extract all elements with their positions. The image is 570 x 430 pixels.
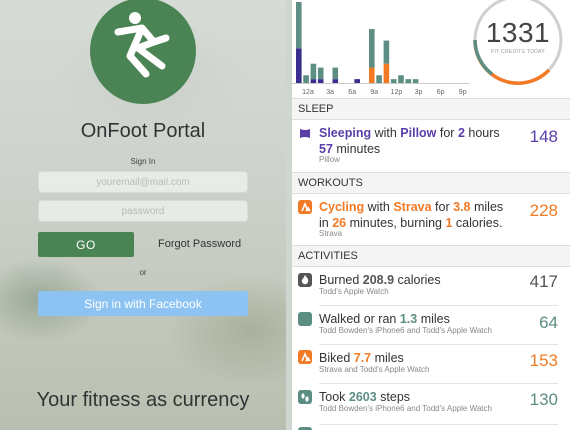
walk-icon — [298, 312, 312, 326]
activity-bike-value: 153 — [529, 351, 558, 370]
chart-bar-hour-13-series-2 — [390, 79, 397, 83]
chart-bar-hour-12-series-1 — [383, 63, 390, 83]
facebook-signin-button[interactable]: Sign in with Facebook — [38, 291, 248, 316]
activity-chart: 12a 3a 6a 9a 12p 3p 6p 9p 1331 FIT CREDITS TODA… — [292, 0, 570, 100]
chart-x-tick: 9p — [459, 89, 467, 96]
chart-x-tick: 6p — [437, 89, 445, 96]
strava-icon — [298, 200, 312, 214]
activity-bike[interactable]: Biked 7.7 miles Strava and Todd's Apple … — [292, 346, 570, 384]
runner-icon — [114, 12, 170, 78]
email-field[interactable] — [38, 171, 248, 193]
pillow-icon — [298, 127, 312, 141]
brand-name: OnFoot Portal — [80, 120, 206, 142]
workout-entry[interactable]: Cycling with Strava for 3.8 miles in 26 … — [292, 194, 570, 246]
chart-bar-hour-3-series-2 — [317, 67, 324, 80]
row-divider — [319, 424, 558, 425]
login-panel: OnFoot Portal Sign In GO Forgot Password… — [0, 0, 286, 430]
signin-label: Sign In — [130, 157, 156, 166]
chart-x-tick: 12p — [391, 89, 403, 96]
sleep-entry-value: 148 — [529, 127, 558, 146]
activity-calories-text: Burned 208.9 calories — [319, 273, 441, 287]
sleep-entry-source: Pillow — [319, 155, 340, 164]
forgot-password-link[interactable]: Forgot Password — [158, 238, 241, 250]
or-separator: or — [139, 268, 147, 277]
activity-bike-text: Biked 7.7 miles — [319, 351, 404, 365]
chart-bar-hour-2-series-0 — [310, 79, 317, 83]
chart-bar-hour-10-series-2 — [369, 29, 375, 68]
tagline: Your fitness as currency — [36, 389, 250, 411]
row-divider — [319, 383, 558, 384]
go-button[interactable]: GO — [38, 232, 134, 257]
sleep-entry-text: Sleeping with Pillow for 2 hours 57 minu… — [319, 126, 500, 156]
chart-bar-hour-5-series-0 — [332, 79, 339, 83]
chart-x-tick: 12a — [302, 89, 314, 96]
activity-steps[interactable]: Took 2603 steps Todd Bowden's iPhone6 an… — [292, 385, 570, 423]
row-divider — [319, 344, 558, 345]
chart-bar-hour-0-series-0 — [296, 48, 302, 83]
fit-credits-value: 1331 — [485, 17, 551, 48]
onfoot-logo — [90, 0, 196, 104]
activity-calories[interactable]: Burned 208.9 calories Todd's Apple Watch… — [292, 268, 570, 306]
fit-credits-label: FIT CREDITS TODAY — [491, 49, 545, 55]
activity-walk[interactable]: Walked or ran 1.3 miles Todd Bowden's iP… — [292, 307, 570, 345]
flame-icon — [298, 273, 312, 287]
activity-calories-source: Todd's Apple Watch — [319, 287, 389, 296]
activity-steps-text: Took 2603 steps — [319, 390, 411, 404]
workout-entry-text: Cycling with Strava for 3.8 miles in 26 … — [319, 200, 504, 230]
section-header-activities: ACTIVITIES — [292, 245, 570, 267]
workout-entry-source: Strava — [319, 229, 343, 238]
chart-x-tick: 6a — [348, 89, 356, 96]
workout-entry-value: 228 — [529, 201, 558, 220]
activity-walk-source: Todd Bowden's iPhone6 and Todd's Apple W… — [319, 326, 492, 335]
chart-bar-hour-14-series-2 — [398, 75, 404, 83]
activity-steps-value: 130 — [529, 390, 558, 409]
strava-icon — [298, 350, 312, 364]
chart-bar-hour-11-series-2 — [376, 75, 382, 83]
chart-bar-hour-0-series-2 — [296, 2, 302, 49]
activity-calories-value: 417 — [529, 272, 558, 291]
chart-bar-hour-2-series-2 — [310, 63, 317, 80]
chart-x-tick: 3p — [415, 89, 423, 96]
chart-bar-hour-12-series-2 — [383, 40, 390, 64]
chart-bar-hour-1-series-2 — [303, 75, 309, 83]
section-header-sleep: SLEEP — [292, 98, 570, 120]
sleep-entry[interactable]: Sleeping with Pillow for 2 hours 57 minu… — [292, 120, 570, 172]
chart-bar-hour-8-series-0 — [354, 79, 360, 83]
section-header-workouts: WORKOUTS — [292, 172, 570, 194]
chart-bar-hour-10-series-1 — [369, 67, 375, 83]
activity-walk-text: Walked or ran 1.3 miles — [319, 312, 450, 326]
chart-bar-hour-3-series-0 — [317, 79, 324, 83]
dashboard-panel: 12a 3a 6a 9a 12p 3p 6p 9p 1331 FIT CREDITS TODA… — [292, 0, 570, 430]
activity-steps-source: Todd Bowden's iPhone6 and Todd's Apple W… — [319, 404, 492, 413]
password-field[interactable] — [38, 200, 248, 222]
chart-x-tick: 9a — [370, 89, 378, 96]
footprints-icon — [298, 390, 312, 404]
chart-bar-hour-16-series-2 — [412, 79, 419, 83]
chart-bar-hour-15-series-2 — [405, 79, 412, 83]
activity-walk-value: 64 — [539, 313, 558, 332]
chart-bar-hour-5-series-2 — [332, 67, 339, 80]
row-divider — [319, 305, 558, 306]
activity-bike-source: Strava and Todd's Apple Watch — [319, 365, 430, 374]
chart-x-tick: 3a — [326, 89, 334, 96]
